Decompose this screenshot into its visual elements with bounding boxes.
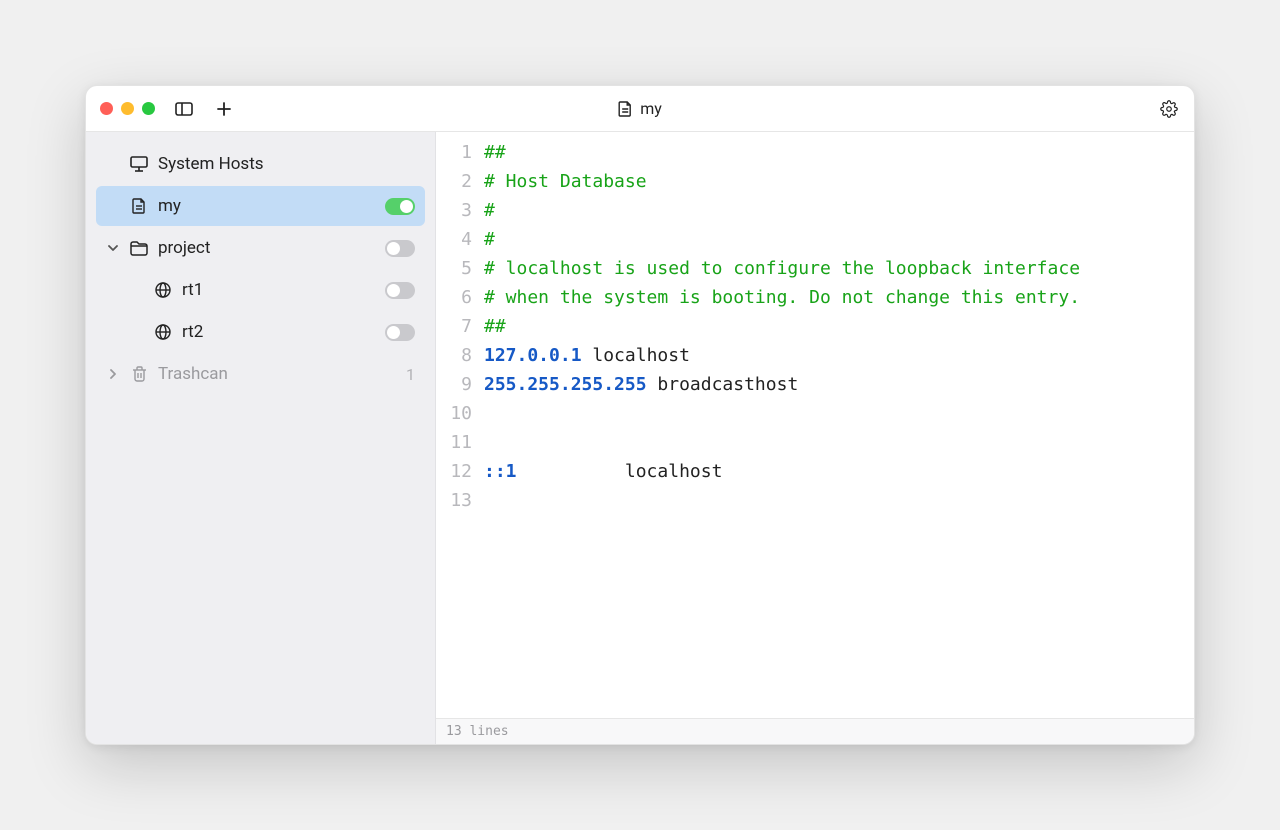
settings-button[interactable] xyxy=(1158,98,1180,120)
toggle-project[interactable] xyxy=(385,240,415,257)
sidebar-item-trashcan[interactable]: Trashcan 1 xyxy=(96,354,425,394)
editor-panel: 12345678910111213 ### Host Database### l… xyxy=(436,132,1194,744)
window-title-text: my xyxy=(640,99,662,118)
add-button[interactable] xyxy=(213,98,235,120)
sidebar-item-label: System Hosts xyxy=(158,154,415,174)
globe-icon xyxy=(154,323,172,341)
code-editor[interactable]: 12345678910111213 ### Host Database### l… xyxy=(436,132,1194,718)
toggle-rt2[interactable] xyxy=(385,324,415,341)
file-icon xyxy=(618,101,632,117)
toggle-rt1[interactable] xyxy=(385,282,415,299)
sidebar-item-label: rt1 xyxy=(182,280,375,300)
titlebar: my xyxy=(86,86,1194,132)
close-window-button[interactable] xyxy=(100,102,113,115)
zoom-window-button[interactable] xyxy=(142,102,155,115)
monitor-icon xyxy=(130,155,148,173)
globe-icon xyxy=(154,281,172,299)
toggle-my[interactable] xyxy=(385,198,415,215)
sidebar-icon xyxy=(175,102,193,116)
app-window: my System Hosts xyxy=(85,85,1195,745)
traffic-lights xyxy=(100,102,155,115)
sidebar-item-my[interactable]: my xyxy=(96,186,425,226)
chevron-right-icon[interactable] xyxy=(106,369,120,379)
status-line-count: 13 lines xyxy=(446,724,509,739)
folder-icon xyxy=(130,239,148,257)
toggle-sidebar-button[interactable] xyxy=(173,98,195,120)
code-content[interactable]: ### Host Database### localhost is used t… xyxy=(484,138,1194,718)
file-icon xyxy=(130,197,148,215)
chevron-down-icon[interactable] xyxy=(106,243,120,253)
trash-icon xyxy=(130,365,148,383)
plus-icon xyxy=(217,102,231,116)
sidebar: System Hosts my xyxy=(86,132,436,744)
sidebar-item-label: rt2 xyxy=(182,322,375,342)
sidebar-item-label: my xyxy=(158,196,375,216)
sidebar-item-label: Trashcan xyxy=(158,364,390,384)
sidebar-item-project[interactable]: project xyxy=(96,228,425,268)
line-gutter: 12345678910111213 xyxy=(436,138,484,718)
sidebar-item-label: project xyxy=(158,238,375,258)
sidebar-item-rt1[interactable]: rt1 xyxy=(96,270,425,310)
trash-count: 1 xyxy=(406,365,415,384)
gear-icon xyxy=(1160,100,1178,118)
body: System Hosts my xyxy=(86,132,1194,744)
window-title: my xyxy=(618,99,662,118)
statusbar: 13 lines xyxy=(436,718,1194,744)
minimize-window-button[interactable] xyxy=(121,102,134,115)
sidebar-item-rt2[interactable]: rt2 xyxy=(96,312,425,352)
sidebar-item-system-hosts[interactable]: System Hosts xyxy=(96,144,425,184)
